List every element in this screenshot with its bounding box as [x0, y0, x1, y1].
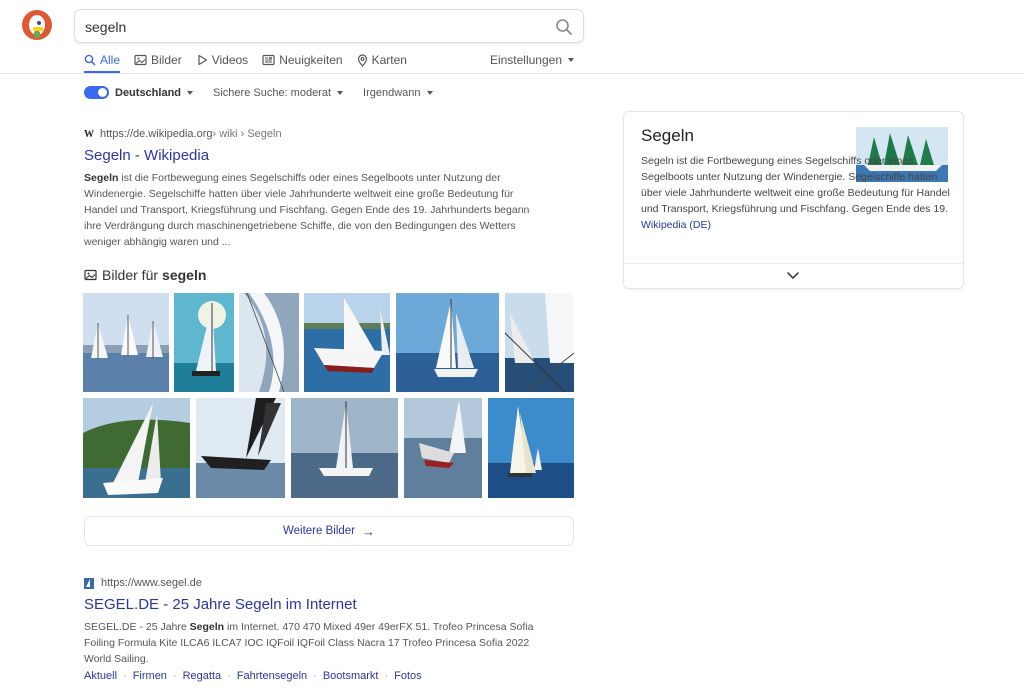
search-filters: Deutschland Sichere Suche: moderat Irgen… [84, 86, 453, 99]
settings-label: Einstellungen [489, 53, 562, 67]
settings-dropdown[interactable]: Einstellungen [490, 53, 574, 67]
images-heading[interactable]: Bilder für segeln [84, 266, 206, 284]
active-tab-indicator [84, 71, 120, 73]
images-heading-prefix: Bilder für [102, 267, 159, 283]
chevron-down-icon [568, 58, 574, 62]
knowledge-panel-source[interactable]: Wikipedia (DE) [641, 219, 711, 231]
result-url[interactable]: https://www.segel.de [84, 576, 544, 590]
duckduckgo-logo[interactable] [22, 10, 52, 40]
more-images-button[interactable]: Weitere Bilder → [84, 516, 574, 546]
region-label: Deutschland [115, 86, 182, 99]
image-thumbnail[interactable] [404, 398, 482, 498]
snippet-highlight: Segeln [84, 172, 119, 184]
segel-favicon-icon [84, 577, 94, 589]
divider [624, 263, 963, 264]
result-snippet: Segeln ist die Fortbewegung eines Segels… [84, 170, 544, 250]
tab-label: Alle [100, 53, 121, 67]
snippet-text: ist die Fortbewegung eines Segelschiffs … [84, 172, 530, 248]
tab-maps[interactable]: Karten [357, 51, 407, 69]
tab-images[interactable]: Bilder [134, 51, 182, 69]
sitelink[interactable]: Bootsmarkt [323, 670, 379, 682]
result-path: › wiki › Segeln [212, 128, 282, 140]
safe-search-label: Sichere Suche: moderat [213, 86, 332, 99]
search-result-segel: https://www.segel.de SEGEL.DE - 25 Jahre… [84, 576, 544, 667]
map-pin-icon [357, 53, 367, 67]
result-domain: https://de.wikipedia.org [100, 128, 213, 140]
tab-news[interactable]: Neuigkeiten [262, 51, 343, 69]
sitelink[interactable]: Regatta [183, 670, 222, 682]
chevron-down-icon [187, 90, 194, 95]
sitelink[interactable]: Fotos [394, 670, 422, 682]
sitelink[interactable]: Fahrtensegeln [237, 670, 307, 682]
time-filter[interactable]: Irgendwann [363, 87, 433, 99]
separator-dot: · [384, 670, 389, 682]
chevron-down-icon[interactable] [786, 270, 800, 282]
separator-dot: · [227, 670, 231, 682]
image-thumbnail[interactable] [488, 398, 574, 498]
result-title[interactable]: Segeln - Wikipedia [84, 147, 544, 167]
image-thumbnail[interactable] [83, 398, 190, 498]
search-tabs: Alle Bilder Videos Neuigkeiten Karten [84, 51, 421, 73]
result-domain: https://www.segel.de [101, 577, 202, 589]
tab-all[interactable]: Alle [84, 51, 120, 69]
more-images-label: Weitere Bilder [282, 525, 355, 537]
chevron-down-icon [426, 90, 433, 95]
result-title[interactable]: SEGEL.DE - 25 Jahre Segeln im Internet [84, 596, 544, 616]
sitelink[interactable]: Aktuell [84, 670, 117, 682]
play-icon [198, 54, 207, 66]
snippet-text-pre: SEGEL.DE - 25 Jahre [84, 621, 190, 633]
tab-videos[interactable]: Videos [196, 51, 248, 69]
image-thumbnail[interactable] [196, 398, 285, 498]
search-icon [84, 54, 96, 66]
search-result-wikipedia: W https://de.wikipedia.org › wiki › Sege… [84, 127, 544, 250]
news-icon [262, 54, 275, 66]
arrow-right-icon: → [362, 523, 375, 539]
image-thumbnail[interactable] [505, 293, 574, 392]
knowledge-panel-text: Segeln ist die Fortbewegung eines Segels… [641, 153, 951, 233]
image-thumbnail[interactable] [396, 293, 499, 392]
safe-search-filter[interactable]: Sichere Suche: moderat [213, 86, 344, 99]
chevron-down-icon [337, 90, 344, 95]
separator-dot: · [123, 670, 127, 682]
search-box [74, 9, 584, 43]
knowledge-panel-title: Segeln [641, 126, 694, 145]
image-thumbnail[interactable] [291, 398, 398, 498]
sitelinks: Aktuell · Firmen · Regatta · Fahrtensegeln ·… [84, 670, 422, 682]
time-label: Irgendwann [363, 86, 421, 99]
knowledge-panel: Segeln Segeln ist die Fortbewegung eines… [623, 111, 964, 289]
separator-dot: · [172, 670, 177, 682]
tab-label: Neuigkeiten [279, 53, 343, 67]
search-input[interactable] [85, 16, 545, 38]
image-icon [134, 54, 147, 66]
logo-eye [37, 21, 41, 25]
tab-label: Bilder [151, 53, 182, 67]
knowledge-panel-description: Segeln ist die Fortbewegung eines Segels… [641, 155, 950, 215]
region-toggle[interactable] [84, 86, 109, 99]
search-icon[interactable] [555, 18, 573, 36]
image-thumbnail[interactable] [304, 293, 390, 392]
tab-label: Videos [211, 53, 249, 67]
image-icon [84, 269, 97, 281]
region-filter[interactable]: Deutschland [84, 86, 194, 99]
result-url[interactable]: W https://de.wikipedia.org › wiki › Sege… [84, 127, 544, 141]
tab-label: Karten [371, 53, 407, 67]
wikipedia-icon: W [84, 128, 94, 140]
image-thumbnail[interactable] [174, 293, 234, 392]
image-thumbnail[interactable] [239, 293, 299, 392]
separator-dot: · [313, 670, 317, 682]
image-thumbnail[interactable] [83, 293, 169, 392]
header: Alle Bilder Videos Neuigkeiten Karten Ei… [0, 0, 1024, 74]
logo-tie [34, 31, 40, 38]
result-snippet: SEGEL.DE - 25 Jahre Segeln im Internet. … [84, 619, 544, 667]
snippet-highlight: Segeln [189, 621, 225, 633]
sitelink[interactable]: Firmen [133, 670, 167, 682]
images-heading-query: segeln [162, 267, 207, 283]
